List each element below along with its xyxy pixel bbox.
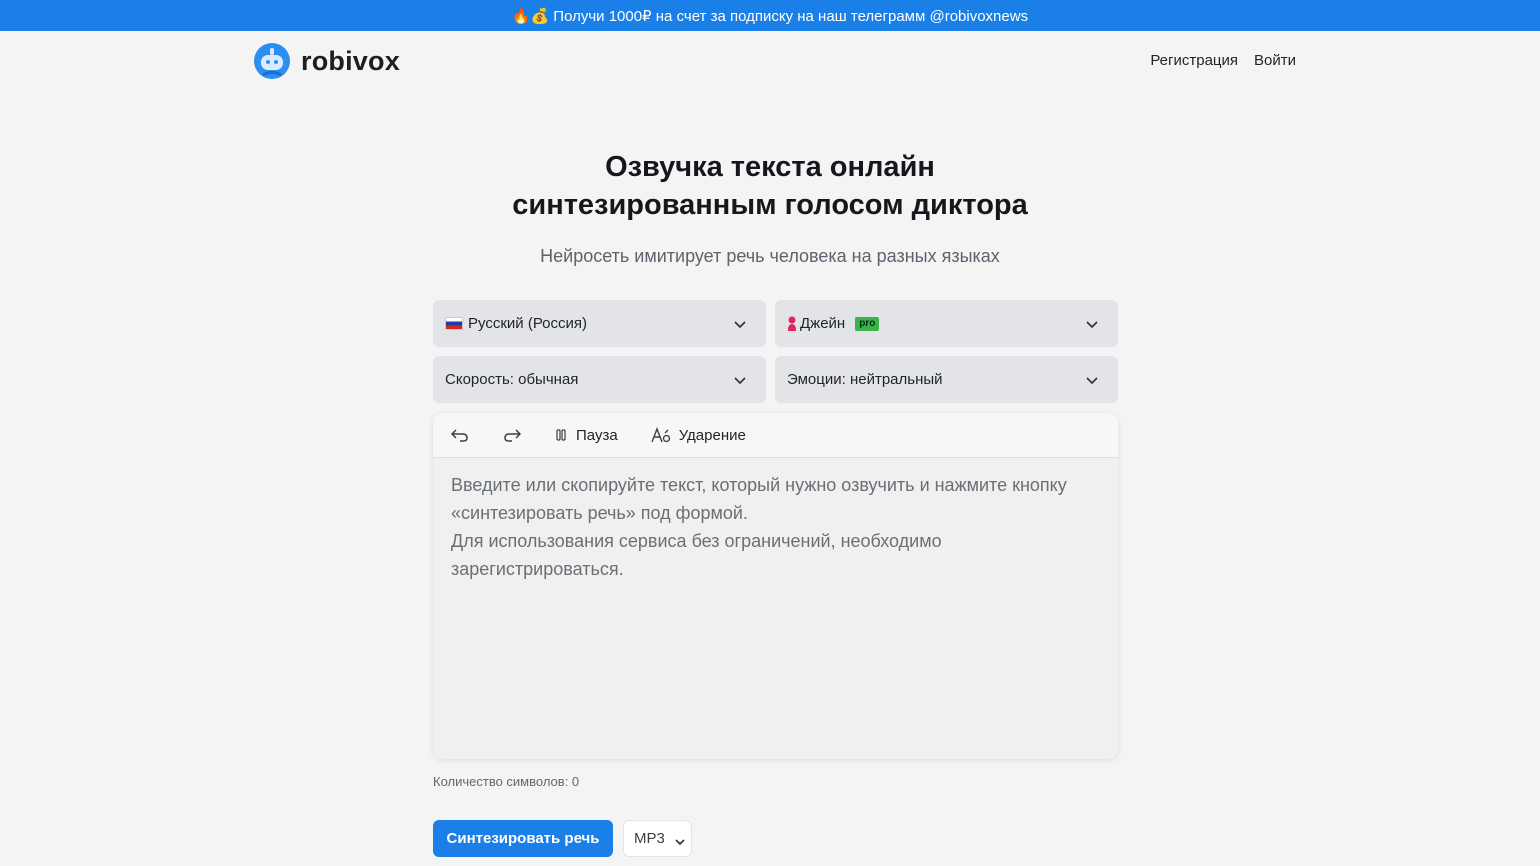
page-subtitle: Нейросеть имитирует речь человека на раз… [540,246,1000,266]
pause-button[interactable]: Пауза [555,427,618,444]
speed-select[interactable]: Скорость: обычная [433,356,766,403]
promo-banner[interactable]: 🔥💰 Получи 1000₽ на счет за подписку на н… [0,0,1540,31]
editor-toolbar: Пауза Ударение [433,413,1118,458]
undo-button[interactable] [451,428,469,442]
chevron-down-icon [734,317,746,329]
language-select-value: Русский (Россия) [468,315,588,332]
speed-select-value: Скорость: обычная [445,371,579,388]
stress-label: Ударение [678,426,746,444]
format-select[interactable]: MP3 [623,820,692,857]
character-counter: Количество символов: 0 [433,774,580,789]
logo[interactable]: robivox [253,41,400,81]
female-voice-icon [787,316,797,331]
language-select[interactable]: Русский (Россия) [433,300,766,347]
chevron-down-icon [1086,317,1098,329]
stress-icon [651,427,670,443]
russia-flag-icon [445,317,463,330]
redo-icon [504,429,521,442]
emotion-select-value: Эмоции: нейтральный [787,371,943,388]
voice-select[interactable]: Джейн pro [775,300,1118,347]
undo-icon [451,429,468,442]
stress-button[interactable]: Ударение [651,427,746,444]
header-nav: Регистрация Войти [1150,52,1296,69]
page-title: Озвучка текста онлайн синтезированным го… [0,148,1540,224]
site-header: robivox Регистрация Войти [0,31,1540,91]
pause-icon [556,429,566,441]
emotion-select[interactable]: Эмоции: нейтральный [775,356,1118,403]
pro-badge: pro [855,316,880,331]
robot-logo-icon [253,42,291,80]
login-link[interactable]: Войти [1254,52,1296,69]
page-title-line-2: синтезированным голосом диктора [512,189,1028,221]
text-editor: Пауза Ударение [433,413,1118,759]
pause-label: Пауза [576,426,618,444]
chevron-down-icon [734,373,746,385]
chevron-down-icon [1086,373,1098,385]
redo-button[interactable] [503,428,521,442]
logo-text: robivox [301,45,400,76]
promo-text[interactable]: Получи 1000₽ на счет за подписку на наш … [553,7,1028,25]
format-select-value: MP3 [634,830,665,847]
page-title-line-1: Озвучка текста онлайн [605,151,935,183]
chevron-down-icon [675,834,685,846]
synthesize-button[interactable]: Синтезировать речь [433,820,613,857]
register-link[interactable]: Регистрация [1150,52,1238,69]
promo-emoji: 🔥💰 [511,7,550,25]
text-input[interactable] [433,459,1118,759]
voice-select-value: Джейн [800,315,846,332]
